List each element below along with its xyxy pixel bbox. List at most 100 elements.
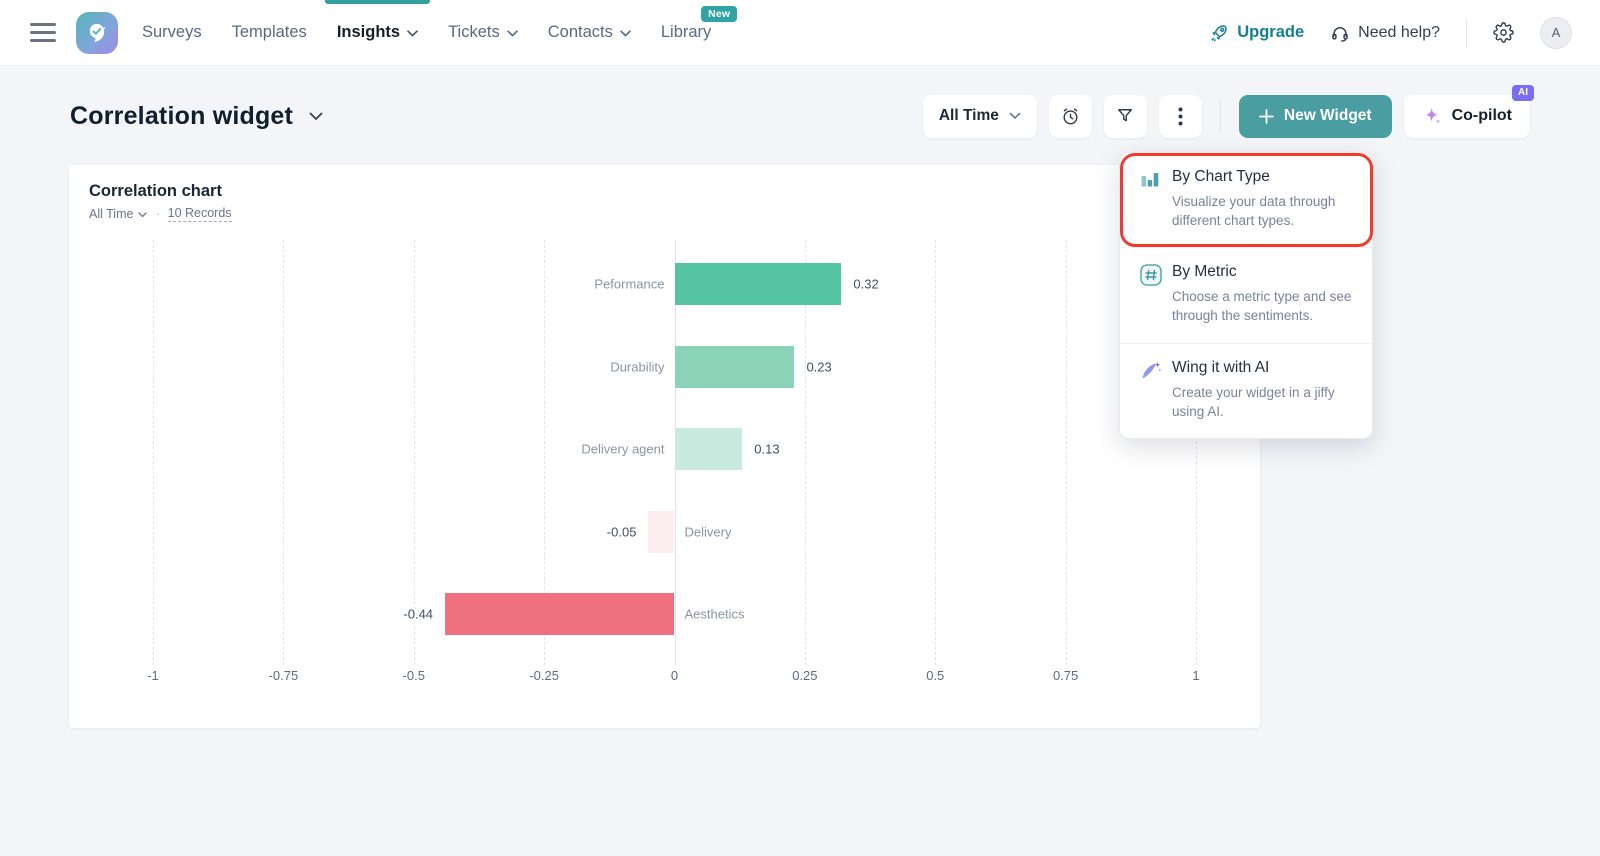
need-help-label: Need help? xyxy=(1358,24,1440,42)
chevron-down-icon xyxy=(620,30,631,37)
gridline xyxy=(153,240,154,665)
bar-chart-icon xyxy=(1140,168,1164,230)
nav-label: Insights xyxy=(337,23,400,42)
chevron-down-icon xyxy=(138,212,147,218)
menu-item-description: Create your widget in a jiffy using AI. xyxy=(1172,383,1358,421)
x-tick-label: -0.25 xyxy=(529,668,559,683)
menu-item-description: Choose a metric type and see through the… xyxy=(1172,287,1358,325)
avatar[interactable]: A xyxy=(1540,17,1572,49)
rocket-icon xyxy=(1209,23,1229,43)
menu-item-by-metric[interactable]: By Metric Choose a metric type and see t… xyxy=(1120,247,1372,342)
nav-label: Contacts xyxy=(548,23,613,42)
settings-button[interactable] xyxy=(1493,22,1514,43)
upgrade-button[interactable]: Upgrade xyxy=(1209,23,1304,43)
chart-subtitle: All Time · 10 Records xyxy=(89,206,1240,222)
records-link[interactable]: 10 Records xyxy=(168,206,232,222)
title-row: Correlation widget All Time xyxy=(70,90,1530,142)
time-filter-value: All Time xyxy=(939,107,999,125)
menu-item-title: By Chart Type xyxy=(1172,168,1358,186)
x-tick-label: 0.75 xyxy=(1053,668,1078,683)
sparkle-icon xyxy=(1422,106,1443,127)
feather-ai-icon xyxy=(1140,359,1164,421)
chart-bar[interactable] xyxy=(648,511,674,553)
bird-logo-icon xyxy=(84,20,110,46)
kebab-menu-icon xyxy=(1178,107,1183,126)
x-tick-label: 1 xyxy=(1192,668,1199,683)
bar-category-label: Aesthetics xyxy=(685,607,745,622)
nav-item-templates[interactable]: Templates xyxy=(232,0,307,66)
filter-button[interactable] xyxy=(1104,95,1147,138)
card-time-filter-value: All Time xyxy=(89,207,133,221)
time-filter-dropdown[interactable]: All Time xyxy=(923,95,1037,138)
chevron-down-icon xyxy=(407,30,418,37)
card-header: Correlation chart All Time · 10 Records xyxy=(69,165,1260,222)
upgrade-label: Upgrade xyxy=(1237,23,1304,42)
nav-item-insights[interactable]: Insights xyxy=(337,0,418,66)
nav-label: Surveys xyxy=(142,23,202,42)
bar-value-label: -0.44 xyxy=(403,607,433,622)
x-tick-label: 0.5 xyxy=(926,668,944,683)
nav-item-library[interactable]: Library New xyxy=(661,0,711,66)
nav-label: Templates xyxy=(232,23,307,42)
nav-item-tickets[interactable]: Tickets xyxy=(448,0,518,66)
x-tick-label: 0.25 xyxy=(792,668,817,683)
top-nav-bar: Surveys Templates Insights Tickets Conta… xyxy=(0,0,1600,66)
chart-bar[interactable] xyxy=(675,263,842,305)
correlation-chart-card: Correlation chart All Time · 10 Records … xyxy=(69,165,1260,728)
plus-icon xyxy=(1259,109,1274,124)
plot-area: -1-0.75-0.5-0.2500.250.50.7510.32Peforma… xyxy=(153,240,1196,655)
gear-icon xyxy=(1493,22,1514,43)
chart-bar[interactable] xyxy=(675,346,795,388)
avatar-initial: A xyxy=(1552,25,1561,40)
page-title: Correlation widget xyxy=(70,102,293,131)
hamburger-menu-icon[interactable] xyxy=(30,18,60,48)
x-tick-label: 0 xyxy=(671,668,678,683)
dot-separator: · xyxy=(155,207,159,221)
header-divider xyxy=(1466,18,1467,48)
card-time-filter[interactable]: All Time xyxy=(89,207,147,221)
x-tick-label: -1 xyxy=(147,668,159,683)
bar-category-label: Delivery xyxy=(685,524,732,539)
bar-value-label: 0.13 xyxy=(754,442,779,457)
bar-category-label: Delivery agent xyxy=(581,442,664,457)
x-tick-label: -0.75 xyxy=(269,668,299,683)
need-help-button[interactable]: Need help? xyxy=(1330,23,1440,43)
filter-funnel-icon xyxy=(1115,106,1135,126)
gridline xyxy=(283,240,284,665)
nav-label: Library xyxy=(661,23,711,42)
chevron-down-icon xyxy=(1009,112,1021,120)
widget-toolbar: All Time New Widget xyxy=(923,95,1530,138)
ai-badge: AI xyxy=(1512,85,1534,101)
alarm-clock-icon xyxy=(1060,106,1081,127)
bar-category-label: Durability xyxy=(610,359,664,374)
chart-bar[interactable] xyxy=(675,428,743,470)
chart-bar[interactable] xyxy=(445,593,674,635)
bar-value-label: 0.32 xyxy=(853,277,878,292)
menu-item-wing-it-with-ai[interactable]: Wing it with AI Create your widget in a … xyxy=(1120,343,1372,438)
gridline xyxy=(1066,240,1067,665)
title-chevron-down-icon[interactable] xyxy=(309,112,323,121)
menu-item-title: Wing it with AI xyxy=(1172,359,1358,377)
menu-item-by-chart-type[interactable]: By Chart Type Visualize your data throug… xyxy=(1120,153,1372,247)
nav-item-contacts[interactable]: Contacts xyxy=(548,0,631,66)
gridline xyxy=(935,240,936,665)
menu-item-title: By Metric xyxy=(1172,263,1358,281)
new-widget-label: New Widget xyxy=(1284,107,1372,125)
x-tick-label: -0.5 xyxy=(403,668,425,683)
new-badge: New xyxy=(701,6,737,22)
chevron-down-icon xyxy=(507,30,518,37)
header-right-group: Upgrade Need help? A xyxy=(1209,17,1572,49)
chart-title: Correlation chart xyxy=(89,182,1240,201)
toolbar-divider xyxy=(1220,99,1221,133)
headset-icon xyxy=(1330,23,1350,43)
copilot-label: Co-pilot xyxy=(1452,107,1512,125)
new-widget-dropdown: By Chart Type Visualize your data throug… xyxy=(1119,152,1373,439)
app-logo[interactable] xyxy=(76,12,118,54)
new-widget-button[interactable]: New Widget xyxy=(1239,95,1392,138)
main-nav: Surveys Templates Insights Tickets Conta… xyxy=(142,0,737,66)
schedule-button[interactable] xyxy=(1049,95,1092,138)
nav-item-surveys[interactable]: Surveys xyxy=(142,0,202,66)
copilot-button[interactable]: Co-pilot AI xyxy=(1404,95,1530,138)
more-options-button[interactable] xyxy=(1159,95,1202,138)
active-tab-indicator xyxy=(325,0,430,4)
